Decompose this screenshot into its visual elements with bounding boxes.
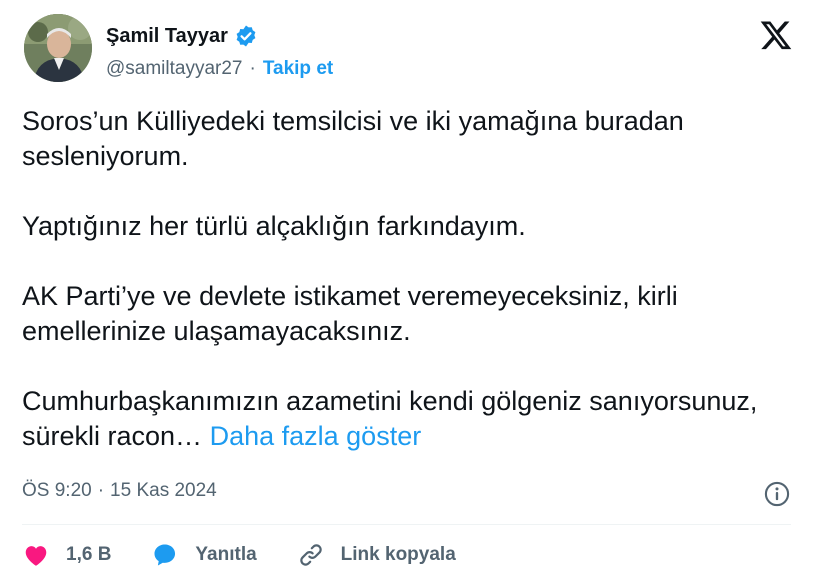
like-count: 1,6 B (66, 544, 112, 565)
tweet-text: Soros’un Külliyedeki temsilcisi ve iki y… (22, 104, 782, 454)
handle-separator: · (249, 58, 256, 79)
avatar-image (24, 14, 92, 82)
like-button[interactable]: 1,6 B (22, 541, 111, 569)
x-logo-icon[interactable] (759, 18, 793, 52)
author-name-row[interactable]: Şamil Tayyar (106, 24, 258, 48)
tweet-card: Şamil Tayyar @samiltayyar27 · Takip et S… (0, 0, 813, 570)
action-bar: 1,6 B Yanıtla Link kopyala (22, 538, 456, 572)
avatar[interactable] (24, 14, 92, 82)
author-handle[interactable]: @samiltayyar27 (106, 58, 243, 80)
copy-link-button[interactable]: Link kopyala (297, 541, 456, 569)
tweet-timestamp[interactable]: ÖS 9:20 · 15 Kas 2024 (22, 480, 217, 502)
reply-button[interactable]: Yanıtla (151, 541, 257, 569)
reply-label: Yanıtla (195, 544, 257, 565)
speech-bubble-icon (154, 544, 176, 566)
tweet-paragraph: AK Parti’ye ve devlete istikamet veremey… (22, 281, 678, 346)
divider (22, 524, 791, 525)
follow-link[interactable]: Takip et (263, 58, 333, 80)
tweet-time[interactable]: ÖS 9:20 (22, 480, 92, 502)
tweet-paragraph-truncated: Cumhurbaşkanımızın azametini kendi gölge… (22, 384, 782, 454)
verified-badge-icon (234, 24, 258, 48)
show-more-link[interactable]: Daha fazla göster (210, 421, 422, 451)
heart-icon (25, 546, 47, 566)
tweet-paragraph: Yaptığınız her türlü alçaklığın farkında… (22, 211, 526, 241)
handle-row: @samiltayyar27 · Takip et (106, 58, 333, 80)
tweet-date[interactable]: 15 Kas 2024 (110, 480, 217, 502)
timestamp-separator: · (97, 480, 105, 501)
author-name[interactable]: Şamil Tayyar (106, 25, 228, 48)
info-icon[interactable] (763, 480, 791, 508)
tweet-paragraph: Soros’un Külliyedeki temsilcisi ve iki y… (22, 106, 684, 171)
link-icon (299, 544, 322, 566)
copy-link-label: Link kopyala (340, 544, 456, 565)
